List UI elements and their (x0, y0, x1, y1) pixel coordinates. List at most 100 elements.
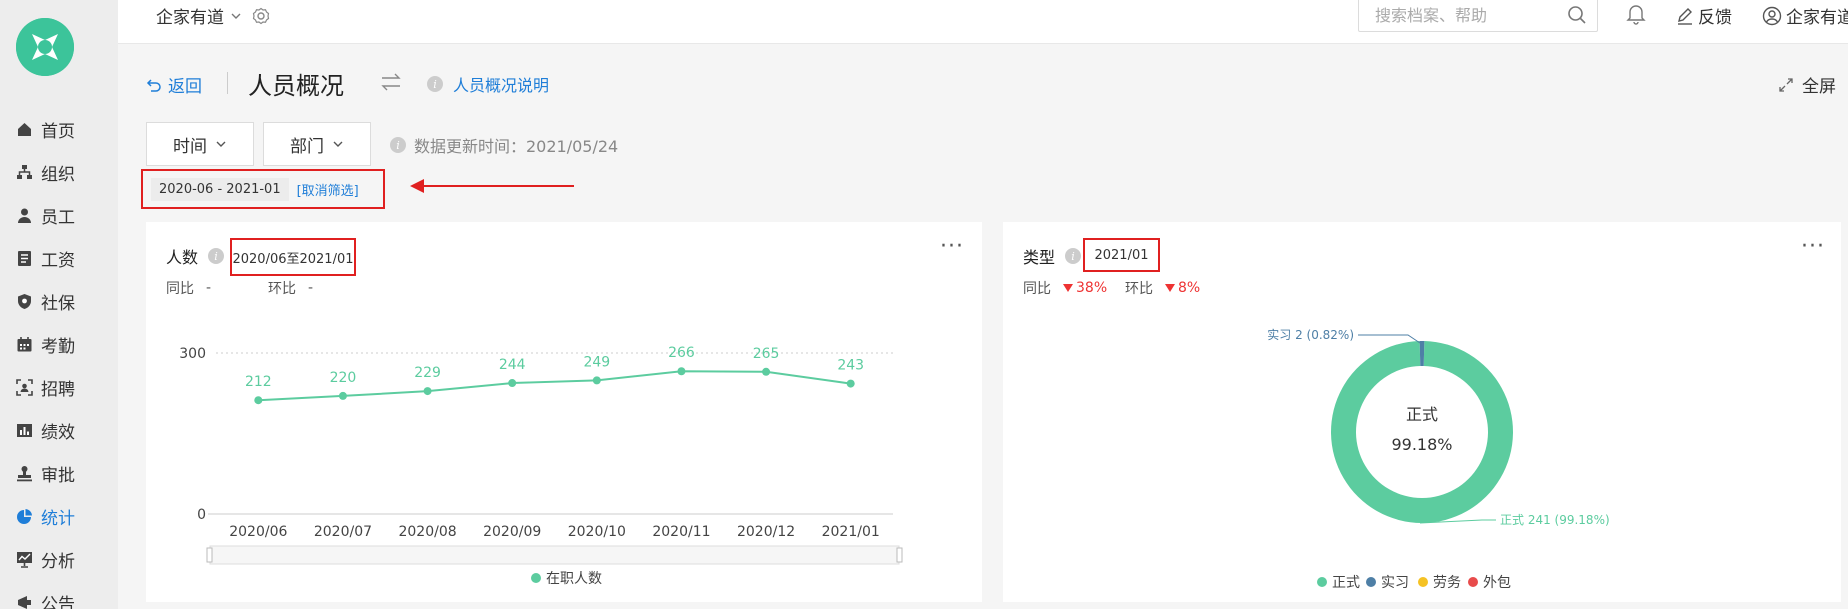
sidebar-item-shield[interactable]: 社保 (0, 280, 118, 323)
search-box[interactable] (1358, 0, 1598, 32)
sidebar-item-label: 考勤 (41, 337, 75, 357)
date-range-chip[interactable]: 2020-06 - 2021-01 (151, 177, 289, 201)
salary-icon (16, 250, 33, 267)
sidebar-item-bar-chart[interactable]: 绩效 (0, 409, 118, 452)
chevron-down-icon (231, 13, 241, 19)
calendar-icon (16, 336, 33, 353)
chevron-down-icon (333, 141, 343, 147)
x-tick-label: 2020/10 (568, 524, 626, 540)
donut-slice (1419, 341, 1425, 367)
data-point (423, 387, 432, 396)
sidebar-item-analysis[interactable]: 分析 (0, 538, 118, 581)
pie-chart-icon (16, 508, 33, 525)
legend-label: 实习 (1381, 575, 1409, 591)
x-tick-label: 2020/09 (483, 524, 541, 540)
sidebar-item-label: 社保 (41, 294, 75, 314)
gear-icon[interactable] (252, 7, 270, 25)
legend-label: 外包 (1483, 575, 1511, 591)
zoom-slider-handle (206, 547, 213, 563)
legend-marker (1418, 577, 1428, 587)
sidebar-item-label: 审批 (41, 466, 75, 486)
zoom-slider-handle (896, 547, 903, 563)
sidebar-item-person[interactable]: 员工 (0, 194, 118, 237)
sidebar-item-recruit[interactable]: 招聘 (0, 366, 118, 409)
time-filter-button[interactable]: 时间 (146, 122, 254, 166)
sidebar-item-home[interactable]: 首页 (0, 108, 118, 151)
sidebar-item-label: 首页 (41, 122, 75, 142)
feedback-button[interactable]: 反馈 (1676, 3, 1732, 28)
org-icon (16, 164, 33, 181)
user-menu[interactable]: 企家有道 (1762, 3, 1848, 28)
fullscreen-button[interactable]: 全屏 (1778, 72, 1836, 97)
company-switcher[interactable]: 企家有道 (156, 3, 270, 28)
sidebar-item-stamp[interactable]: 审批 (0, 452, 118, 495)
legend-label: 劳务 (1433, 575, 1461, 591)
sidebar-item-label: 组织 (41, 165, 75, 185)
back-label: 返回 (168, 77, 202, 97)
legend-marker (1317, 577, 1327, 587)
shield-icon (16, 293, 33, 310)
data-point (508, 379, 517, 388)
x-tick-label: 2020/06 (229, 524, 287, 540)
data-point (846, 379, 855, 388)
data-label: 229 (414, 365, 441, 381)
legend-label: 在职人数 (546, 571, 602, 587)
y-tick-label: 0 (197, 507, 206, 523)
slice-label: 正式 241 (99.18%) (1500, 513, 1610, 527)
sidebar-item-notice[interactable]: 公告 (0, 581, 118, 609)
user-name: 企家有道 (1786, 8, 1848, 28)
data-point (677, 367, 686, 376)
help-label: 人员概况说明 (453, 76, 550, 95)
analysis-icon (16, 551, 33, 568)
home-icon (16, 121, 33, 138)
info-icon: i (427, 76, 443, 92)
person-icon (16, 207, 33, 224)
overview-help-link[interactable]: i 人员概况说明 (427, 72, 549, 96)
data-update-time: i 数据更新时间：2021/05/24 (390, 133, 618, 157)
donut-center-label: 正式 (1406, 405, 1438, 424)
legend-marker (1468, 577, 1478, 587)
back-button[interactable]: 返回 (146, 72, 202, 97)
sidebar-item-org[interactable]: 组织 (0, 151, 118, 194)
swap-icon[interactable] (380, 72, 402, 92)
legend-label: 正式 (1332, 575, 1360, 591)
data-label: 243 (837, 358, 864, 374)
header-divider (227, 72, 228, 94)
type-donut-chart: 正式99.18%实习 2 (0.82%)正式 241 (99.18%)正式 实习劳… (1267, 327, 1610, 591)
donut-center-value: 99.18% (1391, 435, 1452, 454)
sidebar-item-label: 员工 (41, 208, 75, 228)
search-input[interactable] (1375, 5, 1555, 25)
data-label: 244 (499, 357, 526, 373)
bell-icon[interactable] (1626, 3, 1646, 25)
page-title: 人员概况 (248, 72, 344, 100)
sidebar-item-pie-chart[interactable]: 统计 (0, 495, 118, 538)
feedback-label: 反馈 (1698, 8, 1732, 28)
search-icon[interactable] (1567, 5, 1587, 25)
legend-marker (1366, 577, 1376, 587)
sidebar-item-calendar[interactable]: 考勤 (0, 323, 118, 366)
data-point (254, 396, 263, 405)
bar-chart-icon (16, 422, 33, 439)
slice-label: 实习 2 (0.82%) (1267, 327, 1354, 342)
type-card: 类型 i 2021/01 同比 38% 环比 8% ··· 正式 99.18% 实习… (1003, 222, 1841, 602)
time-filter-label: 时间 (173, 136, 207, 157)
sidebar-nav: 首页组织员工工资社保考勤招聘 绩效审批统计分析公告 (0, 108, 118, 609)
headcount-card: 人数 i 2020/06至2021/01 同比 - 环比 - ··· 300 0 2… (146, 222, 982, 602)
dept-filter-button[interactable]: 部门 (263, 122, 371, 166)
headcount-line-chart: 300 0 2020/06 2020/07 2020/08 2020/09 2020/10 2… (179, 345, 903, 587)
x-tick-label: 2021/01 (822, 524, 880, 540)
donut-slice (1331, 341, 1513, 523)
info-icon: i (390, 137, 406, 153)
data-label: 212 (245, 374, 272, 390)
cancel-filter-link[interactable]: [取消筛选] (297, 180, 359, 199)
top-bar: 企家有道 反馈 企家有道 (118, 0, 1848, 44)
sidebar: 首页组织员工工资社保考勤招聘 绩效审批统计分析公告 (0, 0, 118, 609)
chevron-down-icon (216, 141, 226, 147)
update-time-text: 数据更新时间：2021/05/24 (414, 137, 619, 156)
x-tick-label: 2020/08 (398, 524, 456, 540)
data-label: 249 (583, 354, 610, 370)
sidebar-item-label: 分析 (41, 552, 75, 572)
app-logo[interactable] (16, 18, 74, 76)
sidebar-item-salary[interactable]: 工资 (0, 237, 118, 280)
data-point (762, 367, 771, 376)
